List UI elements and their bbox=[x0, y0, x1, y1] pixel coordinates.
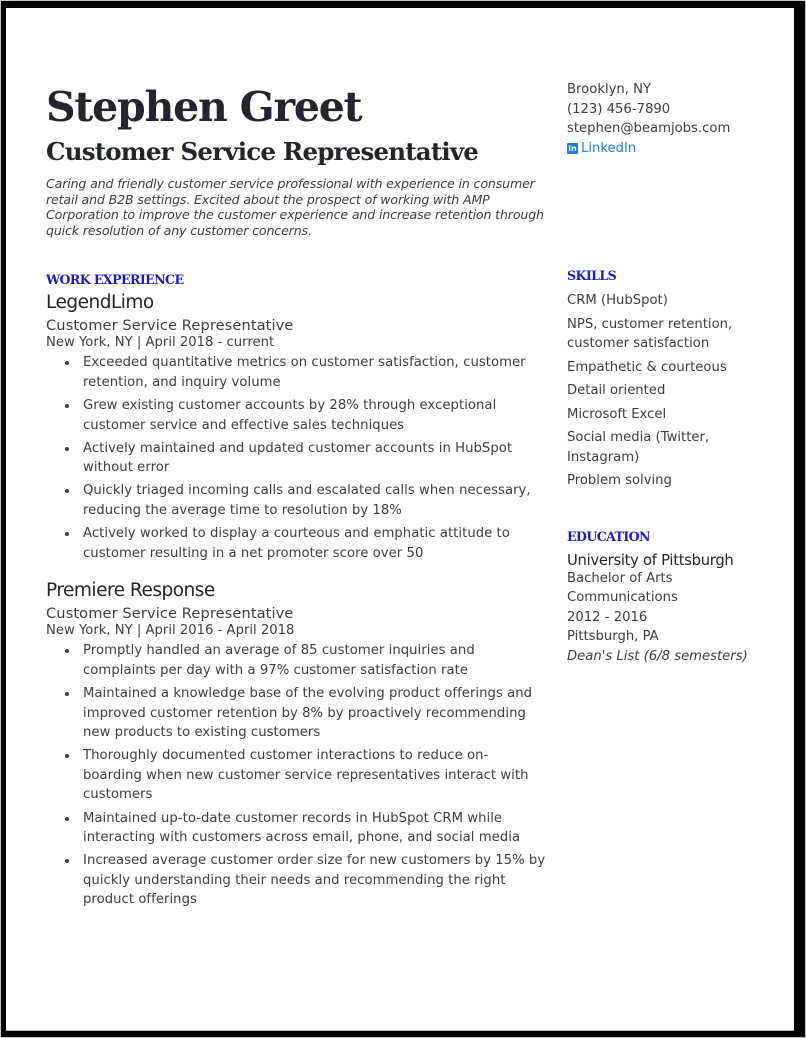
job-bullet: Maintained up-to-date customer records i… bbox=[65, 809, 546, 848]
bullet-icon bbox=[65, 859, 69, 864]
bullet-text: Increased average customer order size fo… bbox=[83, 853, 546, 908]
education-honors: Dean's List (6/8 semesters) bbox=[567, 648, 748, 664]
bullet-icon bbox=[65, 816, 69, 821]
skill-item: CRM (HubSpot) bbox=[567, 293, 668, 308]
job-bullet: Actively maintained and updated customer… bbox=[65, 439, 546, 478]
job-meta: New York, NY | April 2018 - current bbox=[46, 335, 275, 351]
bullet-text: Maintained a knowledge base of the evolv… bbox=[83, 686, 533, 741]
job-bullet: Quickly triaged incoming calls and escal… bbox=[65, 481, 546, 520]
job-bullet: Thoroughly documented customer interacti… bbox=[65, 746, 546, 805]
summary-text: Caring and friendly customer service pro… bbox=[46, 176, 544, 238]
bullet-text: Promptly handled an average of 85 custom… bbox=[83, 643, 475, 678]
linkedin-link[interactable]: in LinkedIn bbox=[567, 139, 767, 159]
work-experience-section: WORK EXPERIENCE LegendLimo Customer Serv… bbox=[46, 272, 546, 910]
work-experience-heading: WORK EXPERIENCE bbox=[46, 272, 184, 288]
skill-item: Detail oriented bbox=[567, 383, 666, 398]
job-entry: Premiere Response Customer Service Repre… bbox=[46, 580, 546, 910]
bullet-icon bbox=[65, 649, 69, 654]
job-role: Customer Service Representative bbox=[46, 317, 294, 335]
bullet-text: Actively worked to display a courteous a… bbox=[83, 526, 510, 561]
education-heading: EDUCATION bbox=[567, 528, 651, 544]
job-entry: LegendLimo Customer Service Representati… bbox=[46, 292, 546, 563]
bullet-text: Grew existing customer accounts by 28% t… bbox=[83, 398, 497, 433]
job-bullet: Promptly handled an average of 85 custom… bbox=[65, 641, 546, 680]
linkedin-label: LinkedIn bbox=[581, 140, 637, 156]
skills-heading: SKILLS bbox=[567, 268, 617, 283]
resume-page: Stephen Greet Customer Service Represent… bbox=[6, 8, 794, 1031]
candidate-title: Customer Service Representative bbox=[46, 137, 479, 166]
education-degree: Bachelor of Arts bbox=[567, 570, 673, 586]
bullet-text: Exceeded quantitative metrics on custome… bbox=[83, 355, 526, 390]
job-bullets: Exceeded quantitative metrics on custome… bbox=[46, 353, 546, 563]
skill-item: Problem solving bbox=[567, 473, 672, 488]
contact-block: Brooklyn, NY (123) 456-7890 stephen@beam… bbox=[567, 80, 767, 158]
contact-location: Brooklyn, NY bbox=[567, 82, 652, 97]
right-column: Brooklyn, NY (123) 456-7890 stephen@beam… bbox=[567, 80, 767, 666]
skill-item: Empathetic & courteous bbox=[567, 359, 727, 375]
skill-item: Social media (Twitter, Instagram) bbox=[567, 430, 710, 465]
job-bullet: Maintained a knowledge base of the evolv… bbox=[65, 684, 546, 743]
job-bullets: Promptly handled an average of 85 custom… bbox=[46, 641, 546, 910]
bullet-text: Maintained up-to-date customer records i… bbox=[83, 810, 521, 846]
bullet-icon bbox=[65, 404, 69, 409]
bullet-icon bbox=[65, 361, 69, 366]
bullet-text: Thoroughly documented customer interacti… bbox=[83, 748, 529, 803]
education-section: EDUCATION University of Pittsburgh Bache… bbox=[567, 529, 767, 667]
bullet-icon bbox=[65, 692, 69, 696]
skill-item: Microsoft Excel bbox=[567, 406, 667, 422]
bullet-text: Quickly triaged incoming calls and escal… bbox=[83, 483, 531, 519]
job-role: Customer Service Representative bbox=[46, 605, 294, 623]
bullet-icon bbox=[65, 446, 69, 451]
skills-list: CRM (HubSpot) NPS, customer retention, c… bbox=[567, 291, 767, 491]
job-bullet: Grew existing customer accounts by 28% t… bbox=[65, 396, 546, 435]
job-bullet: Exceeded quantitative metrics on custome… bbox=[65, 353, 546, 392]
job-company: LegendLimo bbox=[46, 292, 154, 314]
job-bullet: Increased average customer order size fo… bbox=[65, 851, 546, 910]
education-location: Pittsburgh, PA bbox=[567, 629, 659, 644]
skills-section: SKILLS CRM (HubSpot) NPS, customer reten… bbox=[567, 268, 767, 491]
job-meta: New York, NY | April 2016 - April 2018 bbox=[46, 623, 295, 639]
bullet-text: Actively maintained and updated customer… bbox=[83, 440, 513, 476]
contact-phone[interactable]: (123) 456-7890 bbox=[567, 100, 767, 120]
education-school: University of Pittsburgh bbox=[567, 551, 734, 569]
job-company: Premiere Response bbox=[46, 580, 215, 602]
bullet-icon bbox=[65, 489, 69, 494]
education-field: Communications bbox=[567, 590, 678, 605]
contact-email[interactable]: stephen@beamjobs.com bbox=[567, 119, 767, 139]
education-years: 2012 - 2016 bbox=[567, 609, 648, 625]
bullet-icon bbox=[65, 532, 69, 537]
skill-item: NPS, customer retention, customer satisf… bbox=[567, 316, 733, 352]
bullet-icon bbox=[65, 754, 69, 759]
linkedin-icon: in bbox=[567, 142, 578, 154]
left-column: Stephen Greet Customer Service Represent… bbox=[46, 83, 546, 914]
candidate-name: Stephen Greet bbox=[46, 83, 363, 131]
job-bullet: Actively worked to display a courteous a… bbox=[65, 524, 546, 563]
